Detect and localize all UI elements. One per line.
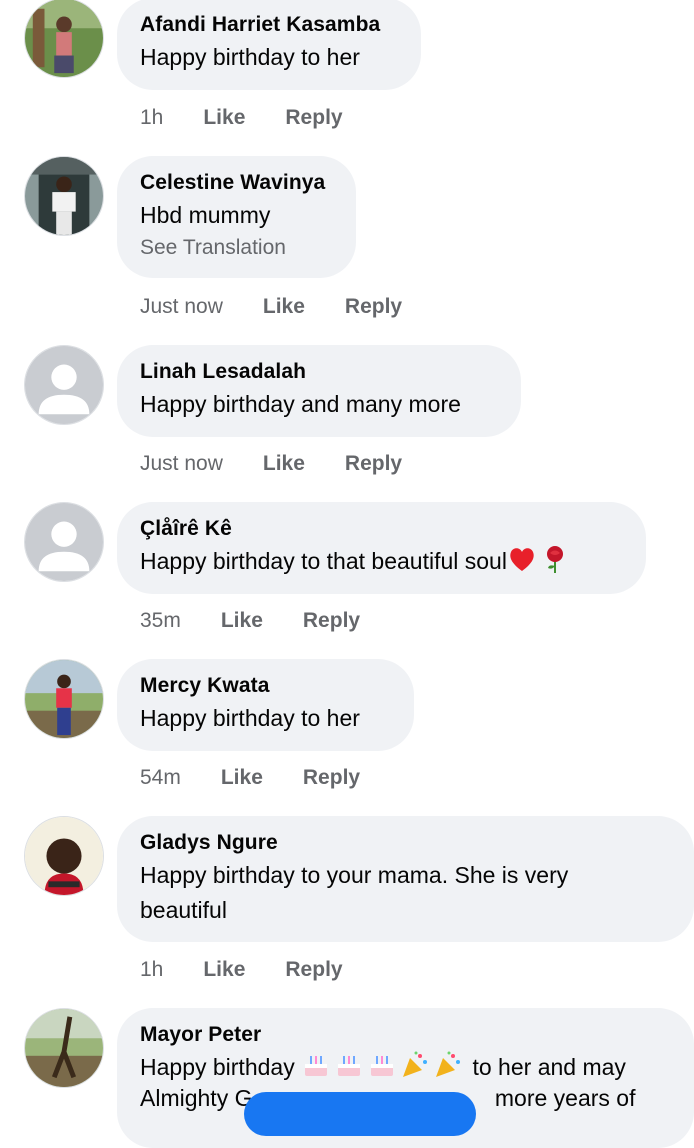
comment-time[interactable]: 1h <box>140 957 163 983</box>
party-popper-emoji <box>433 1050 463 1080</box>
comment-time[interactable]: Just now <box>140 451 223 477</box>
commenter-name[interactable]: Celestine Wavinya <box>140 170 332 196</box>
comment-actions: 35m Like Reply <box>140 608 400 634</box>
comment-text: Happy birthday to your mama. She is very… <box>140 858 670 928</box>
birthday-cake-emoji <box>334 1050 364 1080</box>
commenter-name[interactable]: Gladys Ngure <box>140 830 670 856</box>
reply-button[interactable]: Reply <box>303 608 360 634</box>
new-comments-button[interactable] <box>244 1092 476 1136</box>
avatar[interactable] <box>24 156 104 236</box>
comment-text: Hbd mummy <box>140 202 271 228</box>
comment-bubble: Mercy Kwata Happy birthday to her <box>117 659 414 751</box>
comment-text-part: Almighty G <box>140 1085 253 1111</box>
like-button[interactable]: Like <box>203 957 245 983</box>
like-button[interactable]: Like <box>263 451 305 477</box>
comment-bubble: Çlåîrê Kê Happy birthday to that beautif… <box>117 502 646 594</box>
birthday-cake-emoji <box>301 1050 331 1080</box>
reply-button[interactable]: Reply <box>285 105 342 131</box>
avatar[interactable] <box>24 659 104 739</box>
comment-text-part: to her and may <box>466 1054 626 1080</box>
default-avatar[interactable] <box>24 502 104 582</box>
reply-button[interactable]: Reply <box>345 294 402 320</box>
comment-time[interactable]: 35m <box>140 608 181 634</box>
avatar[interactable] <box>24 816 104 896</box>
reply-button[interactable]: Reply <box>303 765 360 791</box>
rose-emoji <box>540 544 570 574</box>
comment-bubble: Gladys Ngure Happy birthday to your mama… <box>117 816 694 942</box>
see-translation-link[interactable]: See Translation <box>140 233 332 263</box>
comment-actions: 1h Like Reply <box>140 105 383 131</box>
birthday-cake-emoji <box>367 1050 397 1080</box>
red-heart-emoji <box>507 544 537 574</box>
like-button[interactable]: Like <box>263 294 305 320</box>
comment-text-line: beautiful <box>140 897 227 923</box>
party-popper-emoji <box>400 1050 430 1080</box>
comment-text-part: Happy birthday <box>140 1054 295 1080</box>
comment-bubble: Linah Lesadalah Happy birthday and many … <box>117 345 521 437</box>
reply-button[interactable]: Reply <box>285 957 342 983</box>
avatar[interactable] <box>24 0 104 78</box>
comment-text: Happy birthday to her <box>140 705 360 731</box>
default-avatar[interactable] <box>24 345 104 425</box>
comment-bubble: Celestine Wavinya Hbd mummy See Translat… <box>117 156 356 278</box>
avatar[interactable] <box>24 1008 104 1088</box>
comment-actions: Just now Like Reply <box>140 294 442 320</box>
commenter-name[interactable]: Çlåîrê Kê <box>140 516 622 542</box>
comment-actions: Just now Like Reply <box>140 451 442 477</box>
like-button[interactable]: Like <box>221 608 263 634</box>
comment-time[interactable]: Just now <box>140 294 223 320</box>
commenter-name[interactable]: Afandi Harriet Kasamba <box>140 12 397 38</box>
comment-actions: 54m Like Reply <box>140 765 400 791</box>
comment-time[interactable]: 1h <box>140 105 163 131</box>
comment-actions: 1h Like Reply <box>140 957 383 983</box>
like-button[interactable]: Like <box>221 765 263 791</box>
comment-text-line: Happy birthday to your mama. She is very <box>140 862 569 888</box>
reply-button[interactable]: Reply <box>345 451 402 477</box>
comment-time[interactable]: 54m <box>140 765 181 791</box>
commenter-name[interactable]: Mercy Kwata <box>140 673 390 699</box>
comment-text: Happy birthday to her and may <box>140 1050 670 1085</box>
commenter-name[interactable]: Linah Lesadalah <box>140 359 497 385</box>
comment-text-body: Happy birthday to that beautiful soul <box>140 548 507 574</box>
commenter-name[interactable]: Mayor Peter <box>140 1022 670 1048</box>
comment-bubble: Afandi Harriet Kasamba Happy birthday to… <box>117 0 421 90</box>
like-button[interactable]: Like <box>203 105 245 131</box>
comment-text: Happy birthday to that beautiful soul <box>140 544 622 579</box>
comment-text: Happy birthday to her <box>140 44 360 70</box>
comment-text-part: more years of <box>488 1085 636 1111</box>
comment-text: Happy birthday and many more <box>140 391 461 417</box>
